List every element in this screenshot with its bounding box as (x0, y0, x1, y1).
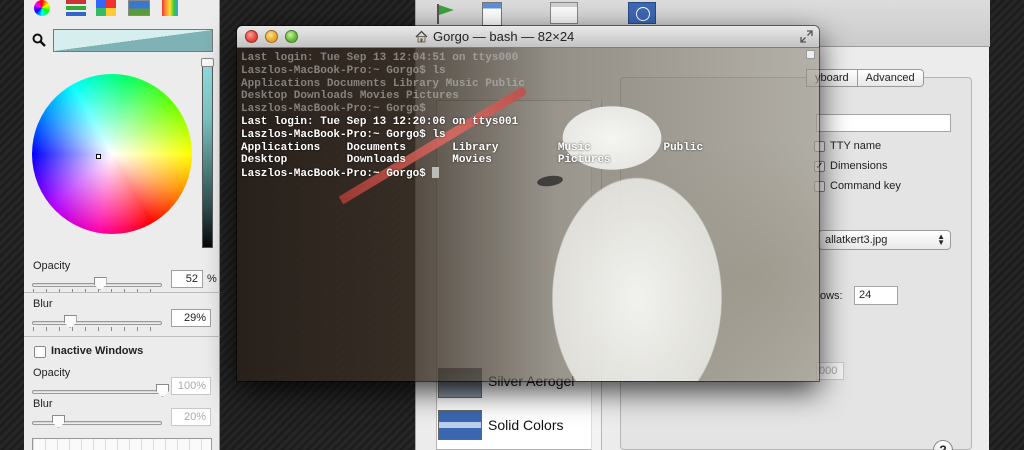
inactive-opacity-label: Opacity (33, 367, 71, 379)
text-cursor (432, 167, 440, 179)
terminal-scroll-button[interactable] (806, 50, 815, 59)
terminal-body[interactable]: Last login: Tue Sep 13 12:04:51 on ttys0… (237, 48, 819, 381)
option-command-key[interactable]: Command key (814, 180, 901, 192)
current-color-swatch[interactable] (53, 29, 213, 52)
home-folder-icon (415, 30, 428, 43)
zoom-button[interactable] (285, 30, 298, 43)
fullscreen-icon[interactable] (800, 30, 813, 43)
select-arrows-icon: ▲ ▼ (937, 232, 945, 247)
terminal-line: Laszlos-MacBook-Pro:~ Gorgo$ ls (241, 128, 446, 141)
tty-name-label: TTY name (830, 140, 882, 152)
crayons-icon[interactable] (162, 0, 178, 16)
terminal-line-faded: Applications Documents Library Music Pub… (241, 77, 525, 90)
terminal-title: Gorgo — bash — 82×24 (433, 29, 575, 44)
settings-tab-bar: yboard Advanced (806, 69, 924, 87)
inactive-blur-field[interactable]: 20% (171, 408, 211, 426)
inactive-blur-label: Blur (33, 398, 53, 410)
brightness-slider-knob[interactable] (201, 58, 214, 67)
inactive-opacity-field[interactable]: 100% (171, 377, 211, 395)
scrollback-field[interactable]: 000 (816, 362, 844, 380)
swatch-strip[interactable] (32, 438, 212, 450)
terminal-line: Applications Documents Library Music Pub… (241, 141, 704, 154)
color-wheel[interactable] (32, 74, 192, 234)
colors-panel: Opacity 52 % Blur 29% Inactive Windows O… (24, 0, 220, 450)
startup-icon[interactable] (434, 2, 456, 24)
option-dimensions[interactable]: ✓ Dimensions (814, 160, 887, 172)
background-image-select[interactable]: allatkert3.jpg ▲ ▼ (818, 230, 951, 250)
dimensions-label: Dimensions (830, 160, 888, 172)
blur-slider-track[interactable] (32, 321, 162, 325)
option-tty-name[interactable]: TTY name (814, 140, 881, 152)
encodings-icon[interactable] (628, 2, 656, 24)
inactive-blur-slider-knob[interactable] (52, 415, 65, 428)
color-palettes-icon[interactable] (96, 0, 116, 16)
blur-slider-ticks (33, 327, 162, 331)
profile-name[interactable]: Solid Colors (488, 417, 563, 433)
terminal-output[interactable]: Last login: Tue Sep 13 12:04:51 on ttys0… (241, 52, 703, 180)
terminal-line: Last login: Tue Sep 13 12:20:06 on ttys0… (241, 115, 519, 128)
profile-thumbnail[interactable] (438, 410, 482, 440)
blur-label: Blur (33, 298, 53, 310)
brightness-slider[interactable] (202, 60, 213, 248)
rows-label: ows: (820, 290, 843, 302)
divider (24, 292, 220, 293)
opacity-field[interactable]: 52 (171, 270, 203, 288)
terminal-line: Desktop Downloads Movies Pictures (241, 154, 611, 167)
opacity-label: Opacity (33, 260, 71, 272)
terminal-line-faded: Laszlos-MacBook-Pro:~ Gorgo$ (241, 103, 426, 116)
tab-advanced[interactable]: Advanced (857, 69, 924, 87)
close-button[interactable] (245, 30, 258, 43)
terminal-prompt-line: Laszlos-MacBook-Pro:~ Gorgo$ (241, 167, 703, 180)
divider (24, 336, 220, 337)
terminal-window: Gorgo — bash — 82×24 Last login: Tue Sep… (237, 26, 819, 381)
color-sliders-icon[interactable] (66, 0, 86, 16)
percent-label: % (207, 273, 217, 285)
inactive-blur-slider-track[interactable] (32, 421, 162, 425)
color-wheel-icon[interactable] (34, 0, 50, 16)
inactive-opacity-slider-track[interactable] (32, 390, 162, 394)
minimize-button[interactable] (265, 30, 278, 43)
background-image-value: allatkert3.jpg (825, 234, 888, 246)
terminal-line-faded: Laszlos-MacBook-Pro:~ Gorgo$ ls (241, 64, 446, 77)
image-palettes-icon[interactable] (128, 0, 150, 16)
rows-field[interactable]: 24 (854, 286, 898, 305)
terminal-titlebar[interactable]: Gorgo — bash — 82×24 (237, 26, 819, 48)
magnifier-icon[interactable] (32, 33, 46, 47)
terminal-line-faded: Last login: Tue Sep 13 12:04:51 on ttys0… (241, 52, 519, 64)
inactive-windows-label: Inactive Windows (51, 345, 144, 357)
window-groups-icon[interactable] (550, 2, 578, 24)
blur-field[interactable]: 29% (171, 309, 211, 327)
inactive-opacity-slider-knob[interactable] (156, 384, 169, 397)
inactive-windows-checkbox[interactable] (34, 346, 46, 358)
settings-icon[interactable] (482, 2, 502, 26)
terminal-line-faded: Desktop Downloads Movies Pictures (241, 90, 459, 103)
window-title-field[interactable] (816, 114, 951, 132)
command-key-label: Command key (830, 180, 901, 192)
color-wheel-cursor[interactable] (96, 154, 101, 159)
terminal-prompt: Laszlos-MacBook-Pro:~ Gorgo$ (241, 168, 433, 181)
